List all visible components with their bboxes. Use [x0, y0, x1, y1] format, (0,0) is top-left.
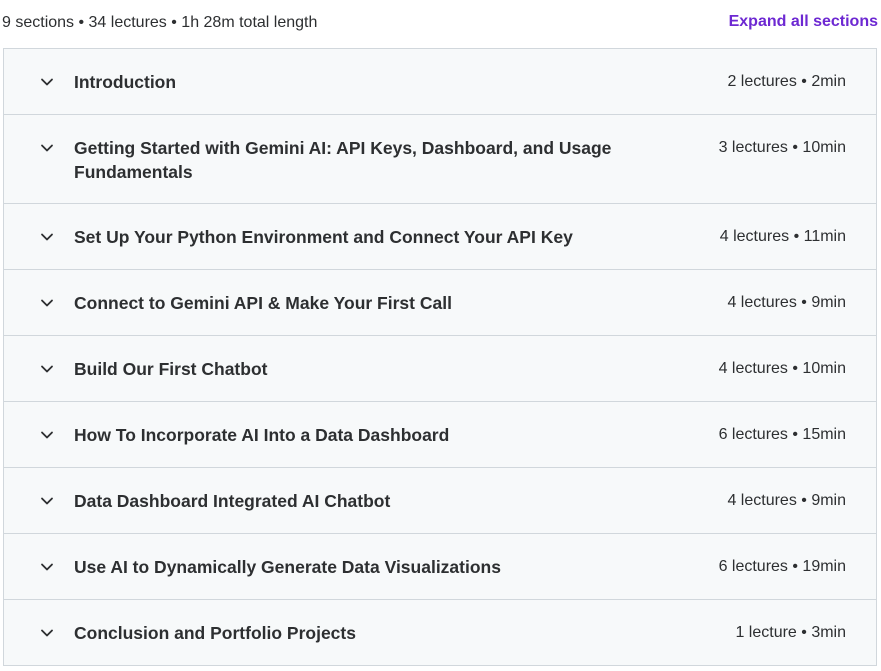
section-meta: 6 lectures • 19min — [718, 558, 846, 575]
section-python-environment[interactable]: Set Up Your Python Environment and Conne… — [4, 204, 876, 270]
section-first-chatbot[interactable]: Build Our First Chatbot 4 lectures • 10m… — [4, 336, 876, 402]
chevron-down-icon — [40, 626, 54, 640]
chevron-down-icon — [40, 560, 54, 574]
section-title: Data Dashboard Integrated AI Chatbot — [74, 491, 391, 511]
section-title: Set Up Your Python Environment and Conne… — [74, 227, 573, 247]
chevron-down-icon — [40, 141, 54, 155]
course-summary: 9 sections • 34 lectures • 1h 28m total … — [2, 14, 318, 31]
section-conclusion[interactable]: Conclusion and Portfolio Projects 1 lect… — [4, 600, 876, 666]
section-meta: 4 lectures • 10min — [718, 360, 846, 377]
section-title: Conclusion and Portfolio Projects — [74, 623, 356, 643]
expand-all-sections-button[interactable]: Expand all sections — [729, 12, 878, 32]
sections-list: Introduction 2 lectures • 2min Getting S… — [3, 48, 877, 666]
section-meta: 3 lectures • 10min — [718, 139, 846, 156]
chevron-down-icon — [40, 428, 54, 442]
section-meta: 4 lectures • 9min — [727, 294, 846, 311]
section-dashboard-ai-chatbot[interactable]: Data Dashboard Integrated AI Chatbot 4 l… — [4, 468, 876, 534]
section-ai-visualizations[interactable]: Use AI to Dynamically Generate Data Visu… — [4, 534, 876, 600]
chevron-down-icon — [40, 494, 54, 508]
section-title: Use AI to Dynamically Generate Data Visu… — [74, 557, 501, 577]
section-ai-data-dashboard[interactable]: How To Incorporate AI Into a Data Dashbo… — [4, 402, 876, 468]
section-title: Getting Started with Gemini AI: API Keys… — [74, 138, 612, 182]
chevron-down-icon — [40, 362, 54, 376]
course-content-header: 9 sections • 34 lectures • 1h 28m total … — [0, 0, 881, 46]
section-meta: 2 lectures • 2min — [727, 73, 846, 90]
section-meta: 1 lecture • 3min — [735, 624, 846, 641]
chevron-down-icon — [40, 230, 54, 244]
section-title: Introduction — [74, 72, 177, 92]
section-introduction[interactable]: Introduction 2 lectures • 2min — [4, 49, 876, 115]
chevron-down-icon — [40, 296, 54, 310]
section-meta: 4 lectures • 11min — [719, 228, 846, 245]
chevron-down-icon — [40, 75, 54, 89]
section-title: Build Our First Chatbot — [74, 359, 268, 379]
section-meta: 4 lectures • 9min — [727, 492, 846, 509]
section-title: Connect to Gemini API & Make Your First … — [74, 293, 452, 313]
section-getting-started[interactable]: Getting Started with Gemini AI: API Keys… — [4, 115, 876, 204]
course-content-panel: 9 sections • 34 lectures • 1h 28m total … — [0, 0, 881, 671]
section-connect-gemini-api[interactable]: Connect to Gemini API & Make Your First … — [4, 270, 876, 336]
section-title: How To Incorporate AI Into a Data Dashbo… — [74, 425, 450, 445]
section-meta: 6 lectures • 15min — [718, 426, 846, 443]
